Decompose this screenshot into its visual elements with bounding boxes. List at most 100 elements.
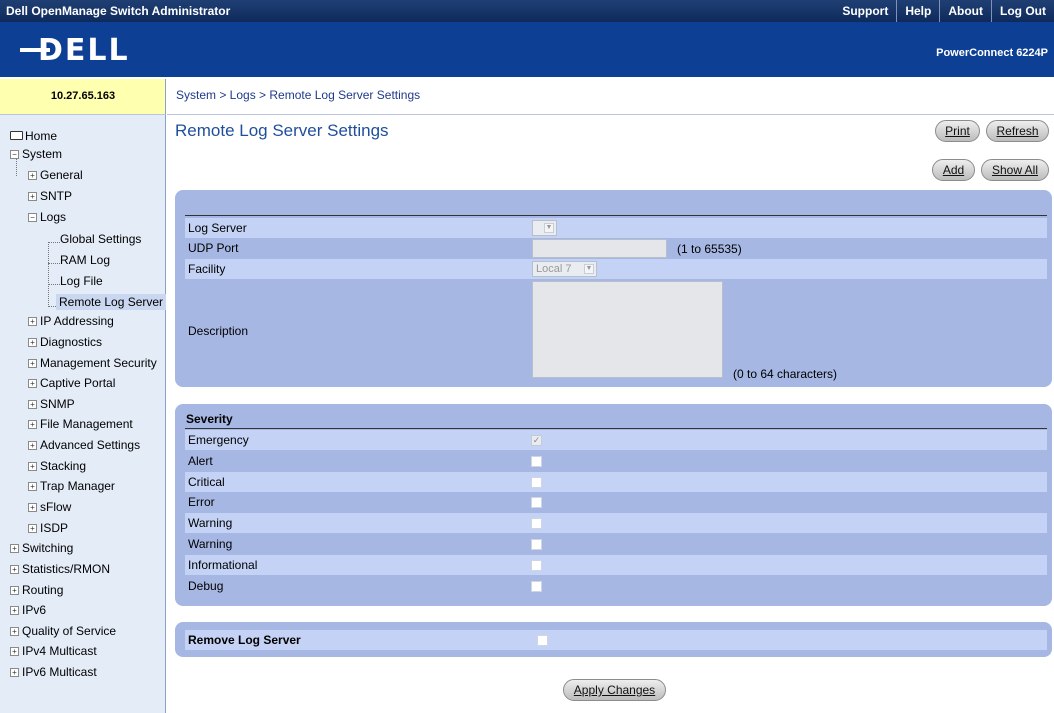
expand-icon[interactable]: + xyxy=(10,544,19,553)
expand-icon[interactable]: + xyxy=(28,338,37,347)
collapse-icon[interactable]: − xyxy=(28,213,37,222)
expand-icon[interactable]: + xyxy=(28,359,37,368)
expand-icon[interactable]: + xyxy=(10,606,19,615)
remove-log-server-checkbox[interactable] xyxy=(537,635,548,646)
error-checkbox[interactable] xyxy=(531,497,542,508)
apply-changes-button[interactable]: Apply Changes xyxy=(563,679,666,701)
expand-icon[interactable]: + xyxy=(28,524,37,533)
remove-log-server-label: Remove Log Server xyxy=(188,633,301,647)
product-name: PowerConnect 6224P xyxy=(936,47,1048,59)
severity-label: Emergency xyxy=(188,433,249,447)
log-out-link[interactable]: Log Out xyxy=(991,0,1054,22)
ip-address: 10.27.65.163 xyxy=(50,90,116,102)
expand-icon[interactable]: + xyxy=(28,462,37,471)
nav-stacking[interactable]: + Stacking xyxy=(28,457,86,475)
nav-ipv4-multicast[interactable]: + IPv4 Multicast xyxy=(10,642,97,660)
nav-ram-log[interactable]: RAM Log xyxy=(60,251,110,269)
breadcrumb-bar: System > Logs > Remote Log Server Settin… xyxy=(167,79,1054,115)
nav-ipv6[interactable]: + IPv6 xyxy=(10,601,46,619)
description-label: Description xyxy=(188,324,249,338)
expand-icon[interactable]: + xyxy=(10,627,19,636)
warning-checkbox[interactable] xyxy=(531,518,542,529)
nav-captive-portal[interactable]: + Captive Portal xyxy=(28,374,115,392)
expand-icon[interactable]: + xyxy=(28,503,37,512)
nav-log-file[interactable]: Log File xyxy=(60,272,103,290)
severity-label: Critical xyxy=(188,475,225,489)
nav-sntp[interactable]: + SNTP xyxy=(28,187,72,205)
nav-system[interactable]: − System xyxy=(10,145,62,163)
nav-advanced-settings[interactable]: + Advanced Settings xyxy=(28,436,140,454)
nav-switching[interactable]: + Switching xyxy=(10,539,73,557)
banner: DELL PowerConnect 6224P xyxy=(0,22,1054,77)
expand-icon[interactable]: + xyxy=(28,441,37,450)
collapse-icon[interactable]: − xyxy=(10,150,19,159)
alert-checkbox[interactable] xyxy=(531,456,542,467)
nav-quality-of-service[interactable]: + Quality of Service xyxy=(10,622,116,640)
nav-statistics-rmon[interactable]: + Statistics/RMON xyxy=(10,560,110,578)
print-button[interactable]: Print xyxy=(935,120,980,142)
nav-trap-manager[interactable]: + Trap Manager xyxy=(28,477,115,495)
help-link[interactable]: Help xyxy=(896,0,939,22)
nav-home[interactable]: Home xyxy=(10,127,57,145)
severity-label: Warning xyxy=(188,516,233,530)
facility-select[interactable]: Local 7 ▼ xyxy=(532,261,597,277)
breadcrumb[interactable]: System > Logs > Remote Log Server Settin… xyxy=(176,88,420,102)
nav-isdp[interactable]: + ISDP xyxy=(28,519,68,537)
log-server-settings-panel: Log Server ▼ UDP Port (1 to 65535) Facil… xyxy=(175,190,1052,387)
add-button[interactable]: Add xyxy=(932,159,975,181)
nav-general[interactable]: + General xyxy=(28,166,83,184)
expand-icon[interactable]: + xyxy=(28,400,37,409)
nav-remote-log-server[interactable]: Remote Log Server xyxy=(56,293,167,311)
facility-label: Facility xyxy=(188,262,226,276)
udp-port-range: (1 to 65535) xyxy=(677,242,742,256)
warning-checkbox[interactable] xyxy=(531,539,542,550)
expand-icon[interactable]: + xyxy=(10,586,19,595)
udp-port-row: UDP Port (1 to 65535) xyxy=(185,238,1047,258)
nav-global-settings[interactable]: Global Settings xyxy=(60,230,141,248)
expand-icon[interactable]: + xyxy=(10,647,19,656)
expand-icon[interactable]: + xyxy=(28,420,37,429)
critical-checkbox[interactable] xyxy=(531,477,542,488)
remove-log-server-row: Remove Log Server xyxy=(185,630,1047,650)
show-all-button[interactable]: Show All xyxy=(981,159,1049,181)
nav-snmp[interactable]: + SNMP xyxy=(28,395,75,413)
expand-icon[interactable]: + xyxy=(28,192,37,201)
severity-label: Error xyxy=(188,495,215,509)
udp-port-input[interactable] xyxy=(532,239,667,258)
severity-label: Warning xyxy=(188,537,233,551)
facility-value: Local 7 xyxy=(536,263,572,275)
section-divider xyxy=(185,215,1047,216)
expand-icon[interactable]: + xyxy=(28,171,37,180)
nav-file-management[interactable]: + File Management xyxy=(28,415,133,433)
nav-ip-addressing[interactable]: + IP Addressing xyxy=(28,312,114,330)
expand-icon[interactable]: + xyxy=(10,565,19,574)
remove-log-server-panel: Remove Log Server xyxy=(175,622,1052,657)
logo-swoosh xyxy=(20,48,50,52)
nav-logs[interactable]: − Logs xyxy=(28,208,66,226)
nav-sflow[interactable]: + sFlow xyxy=(28,498,71,516)
informational-checkbox[interactable] xyxy=(531,560,542,571)
expand-icon[interactable]: + xyxy=(10,668,19,677)
navigation-tree: Home − System + General + SNTP − Logs Global… xyxy=(0,115,167,713)
nav-routing[interactable]: + Routing xyxy=(10,581,63,599)
expand-icon[interactable]: + xyxy=(28,482,37,491)
support-link[interactable]: Support xyxy=(834,0,896,22)
severity-label: Informational xyxy=(188,558,258,572)
expand-icon[interactable]: + xyxy=(28,379,37,388)
debug-checkbox[interactable] xyxy=(531,581,542,592)
log-server-label: Log Server xyxy=(188,221,247,235)
severity-header: Severity xyxy=(186,412,233,426)
refresh-button[interactable]: Refresh xyxy=(986,120,1049,142)
about-link[interactable]: About xyxy=(939,0,991,22)
expand-icon[interactable]: + xyxy=(28,317,37,326)
nav-diagnostics[interactable]: + Diagnostics xyxy=(28,333,102,351)
emergency-checkbox[interactable]: ✓ xyxy=(531,435,542,446)
dell-logo: DELL xyxy=(20,33,130,68)
nav-management-security[interactable]: + Management Security xyxy=(28,354,157,372)
description-textarea[interactable] xyxy=(532,281,723,378)
severity-row: Emergency ✓ xyxy=(185,430,1047,450)
udp-port-label: UDP Port xyxy=(188,241,239,255)
nav-ipv6-multicast[interactable]: + IPv6 Multicast xyxy=(10,663,97,681)
log-server-select[interactable]: ▼ xyxy=(532,220,557,236)
logo-text: DELL xyxy=(38,33,130,68)
